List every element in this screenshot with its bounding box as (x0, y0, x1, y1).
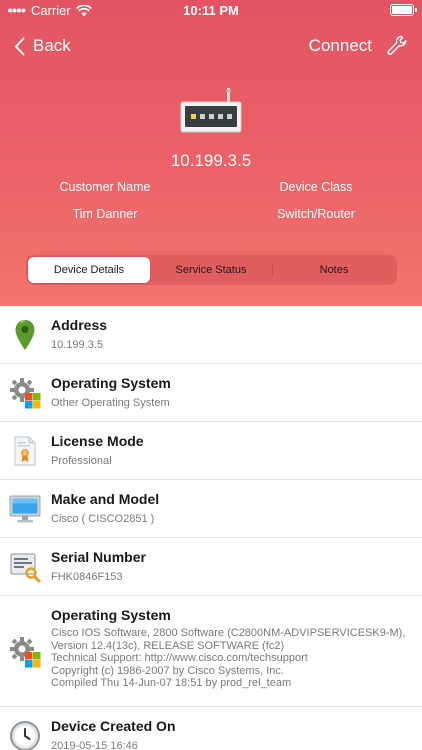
list-item-serial-number[interactable]: Serial Number FHK0846F153 (0, 538, 422, 596)
row-value: Other Operating System (51, 397, 170, 409)
monitor-icon (9, 493, 41, 525)
row-value: Cisco IOS Software, 2800 Software (C2800… (51, 627, 406, 689)
device-ip: 10.199.3.5 (170, 151, 252, 170)
serial-search-icon (9, 551, 41, 583)
router-icon (180, 88, 242, 139)
row-title: Device Created On (51, 718, 176, 734)
back-button[interactable]: Back (14, 36, 71, 56)
row-value: Cisco ( CISCO2851 ) (51, 513, 155, 525)
row-value: Professional (51, 455, 112, 467)
list-item-address[interactable]: Address 10.199.3.5 (0, 306, 422, 364)
list-item-os-details[interactable]: Operating System Cisco IOS Software, 280… (0, 596, 422, 707)
certificate-icon (9, 435, 41, 467)
status-bar: Carrier 10:11 PM (0, 0, 422, 22)
battery-icon (390, 4, 417, 16)
list-item-license-mode[interactable]: License Mode Professional (0, 422, 422, 480)
wrench-icon[interactable] (386, 34, 410, 63)
row-title: Operating System (51, 607, 171, 623)
tab-service-status[interactable]: Service Status (150, 257, 272, 283)
tab-device-details[interactable]: Device Details (28, 257, 150, 283)
customer-name-value: Tim Danner (72, 207, 138, 221)
device-details-list: Address 10.199.3.5 Operating System Othe… (0, 306, 422, 750)
back-label: Back (33, 36, 71, 55)
nav-bar: Back Connect (0, 30, 422, 64)
status-time: 10:11 PM (183, 3, 239, 18)
device-class-label: Device Class (279, 180, 353, 194)
clock-icon (9, 720, 41, 750)
row-value: 2019-05-15 16:46 (51, 740, 138, 750)
chevron-left-icon (15, 37, 25, 55)
device-header: Carrier 10:11 PM Back Connect 10.199.3.5… (0, 0, 422, 306)
row-value: FHK0846F153 (51, 571, 123, 583)
row-title: License Mode (51, 433, 144, 449)
list-item-operating-system[interactable]: Operating System Other Operating System (0, 364, 422, 422)
connect-button[interactable]: Connect (309, 36, 372, 56)
row-title: Operating System (51, 375, 171, 391)
list-item-device-created-on[interactable]: Device Created On 2019-05-15 16:46 (0, 707, 422, 750)
row-title: Make and Model (51, 491, 160, 507)
gear-windows-icon (9, 636, 41, 668)
tab-control: Device Details Service Status Notes (26, 255, 397, 285)
row-title: Serial Number (51, 549, 146, 565)
row-title: Address (51, 317, 108, 333)
customer-name-label: Customer Name (59, 180, 151, 194)
list-item-make-model[interactable]: Make and Model Cisco ( CISCO2851 ) (0, 480, 422, 538)
gear-windows-icon (9, 377, 41, 409)
tab-notes[interactable]: Notes (273, 257, 395, 283)
row-value: 10.199.3.5 (51, 339, 103, 351)
device-class-value: Switch/Router (277, 207, 355, 221)
map-pin-icon (9, 318, 41, 350)
